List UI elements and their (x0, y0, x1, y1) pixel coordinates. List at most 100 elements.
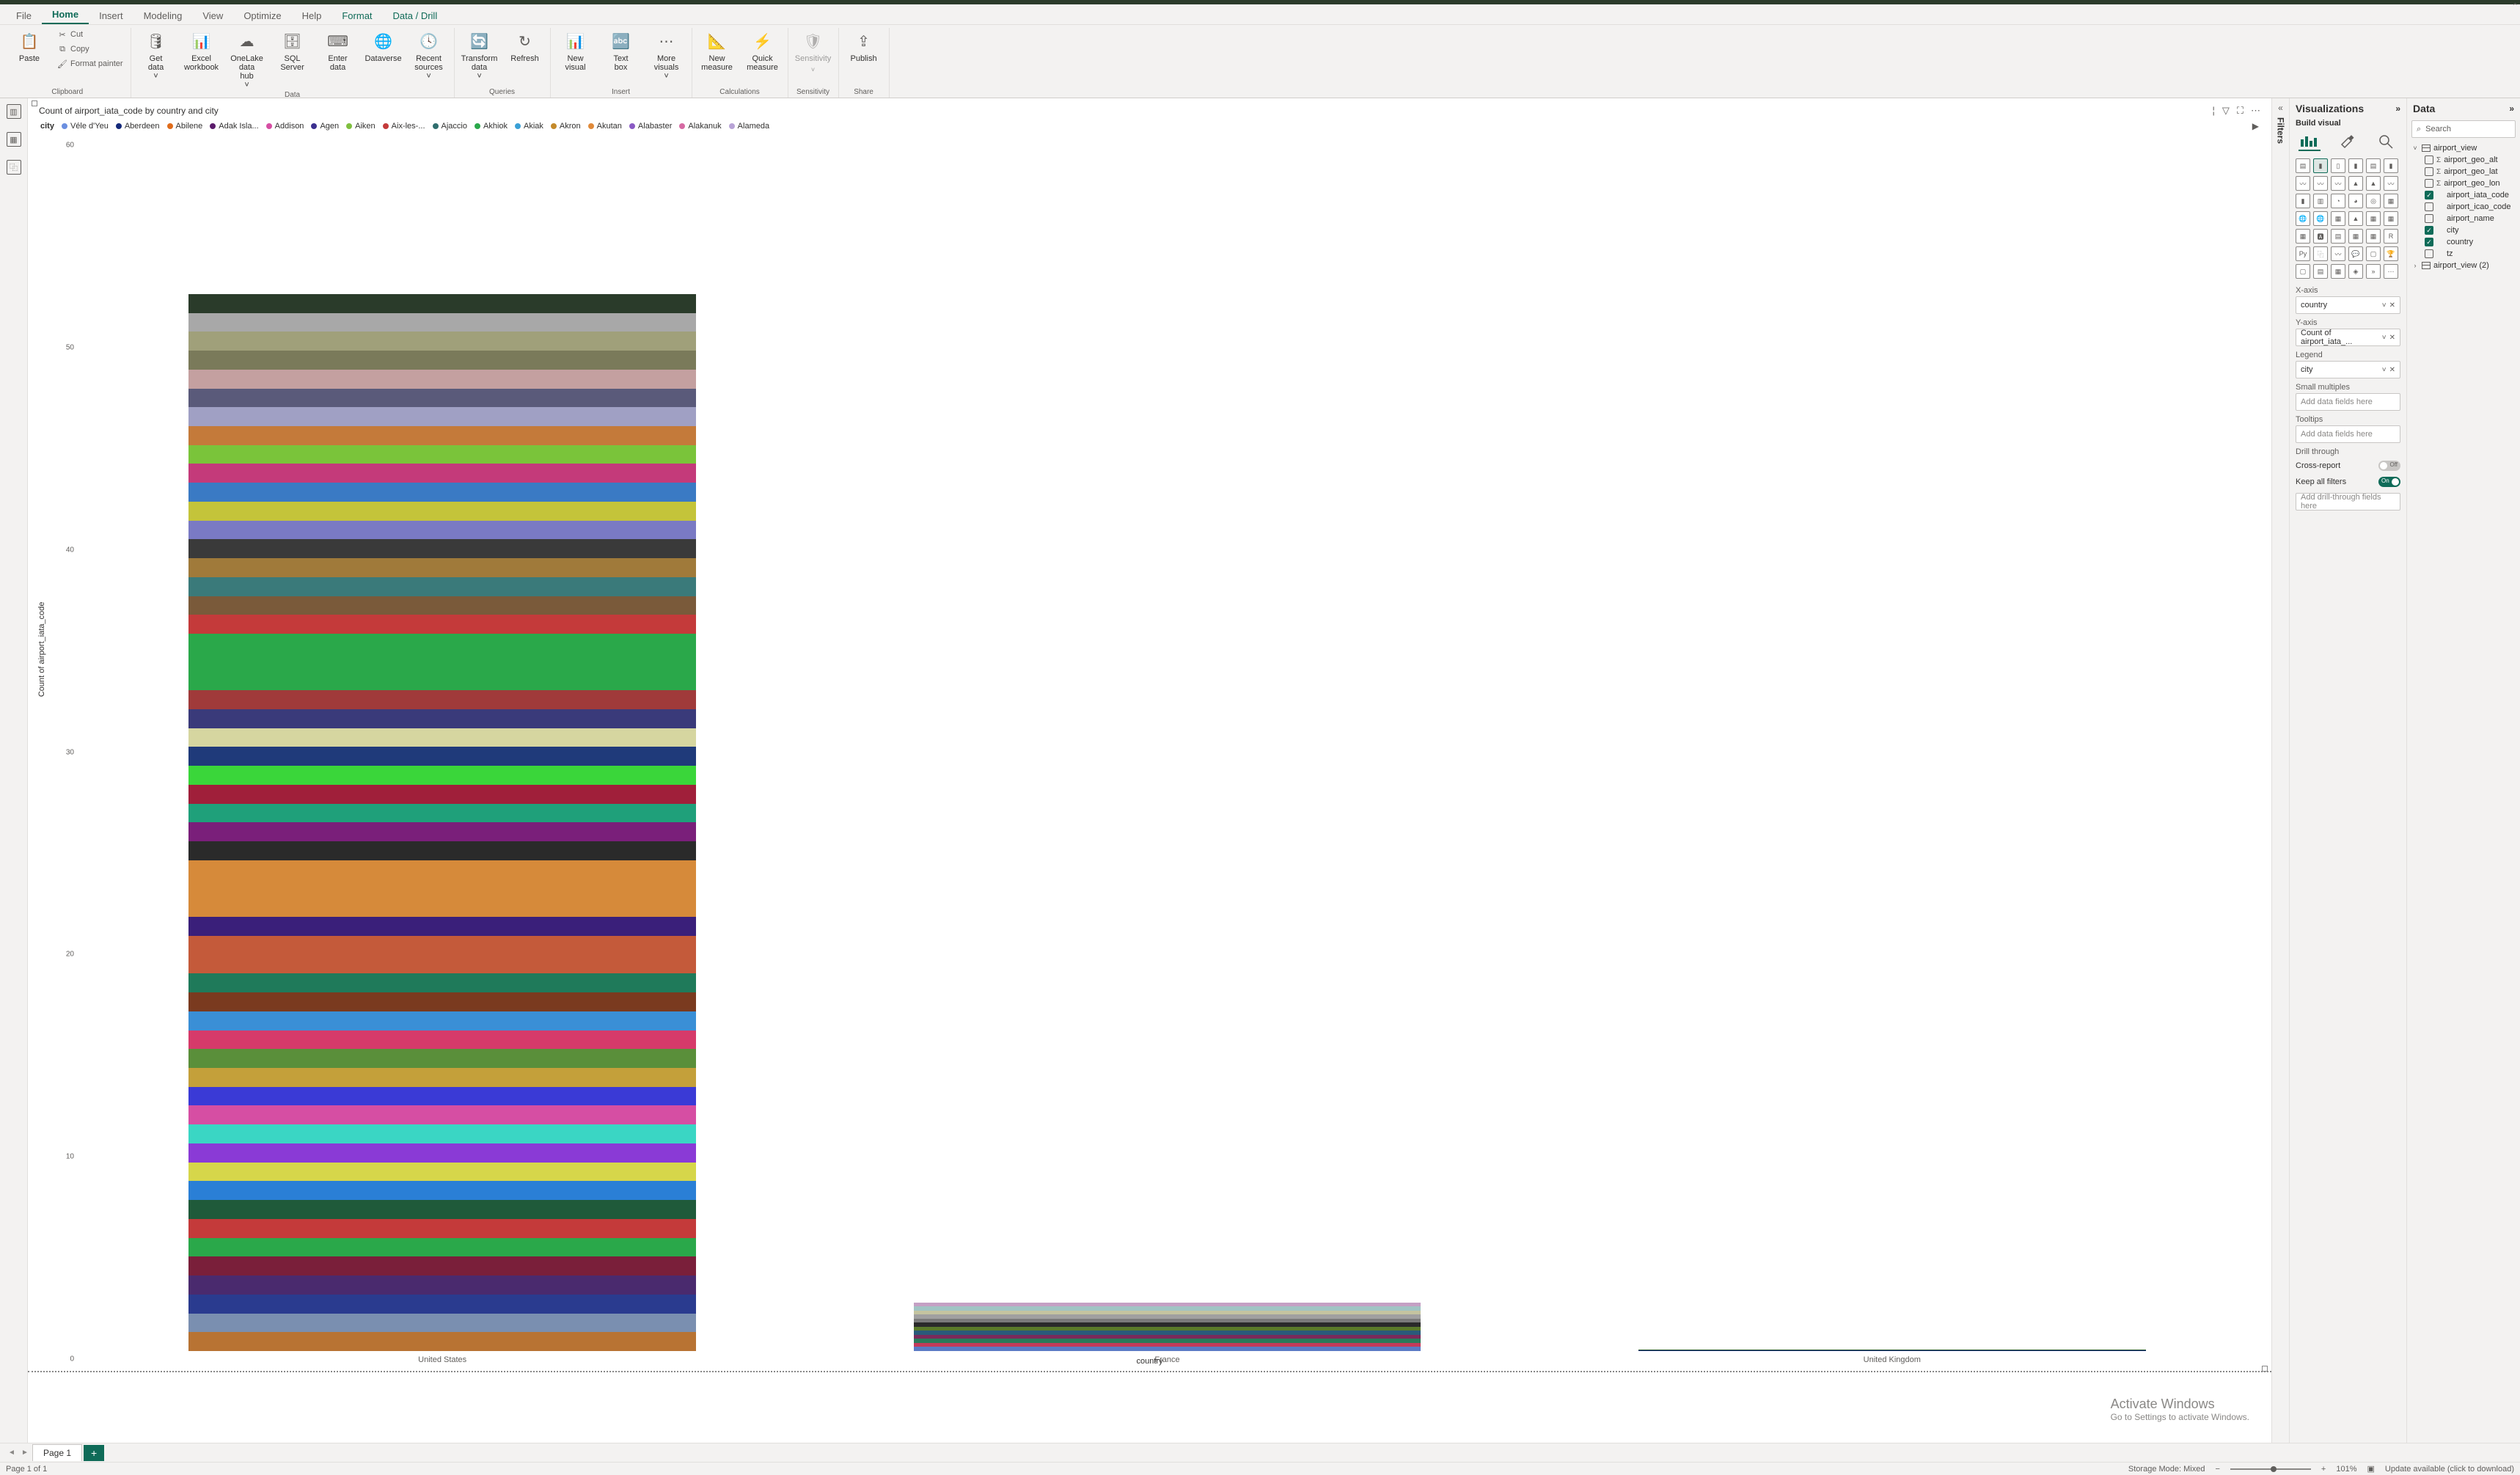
viz-type-33[interactable]: 💬 (2348, 246, 2363, 261)
report-canvas[interactable]: Count of airport_iata_code by country an… (28, 98, 2271, 1443)
menu-tab-help[interactable]: Help (292, 6, 332, 24)
zoom-out-button[interactable]: − (2215, 1465, 2219, 1474)
viz-type-17[interactable]: ▦ (2384, 194, 2398, 208)
field-airport_geo_lon[interactable]: Σairport_geo_lon (2411, 177, 2516, 189)
bar-segment[interactable] (188, 917, 696, 936)
bar-segment[interactable] (188, 1256, 696, 1275)
viz-type-38[interactable]: ▦ (2331, 264, 2345, 279)
field-city[interactable]: ✓city (2411, 224, 2516, 236)
add-page-button[interactable]: + (84, 1445, 104, 1461)
viz-type-13[interactable]: ▥ (2313, 194, 2328, 208)
bar-segment[interactable] (188, 577, 696, 596)
bar-segment[interactable] (188, 1031, 696, 1050)
viz-type-34[interactable]: ▢ (2366, 246, 2381, 261)
bar-segment[interactable] (188, 1181, 696, 1200)
bar-segment[interactable] (188, 804, 696, 823)
viz-type-41[interactable]: ⋯ (2384, 264, 2398, 279)
viz-type-11[interactable]: 〰 (2384, 176, 2398, 191)
query-button-0[interactable]: 🔄Transformdata˅ (459, 28, 500, 81)
field-airport_geo_lat[interactable]: Σairport_geo_lat (2411, 166, 2516, 177)
bar-segment[interactable] (188, 822, 696, 841)
legend-item[interactable]: Aix-les-... (383, 122, 425, 131)
table-airportview[interactable]: ˅airport_view (2411, 142, 2516, 154)
legend-item[interactable]: Alameda (729, 122, 769, 131)
bar-segment[interactable] (188, 936, 696, 973)
data-source-button-1[interactable]: 📊Excelworkbook (181, 28, 222, 72)
viz-type-21[interactable]: ▲ (2348, 211, 2363, 226)
well-menu-icon[interactable]: ˅ (2382, 301, 2387, 310)
visual-more-icon[interactable]: ⋯ (2251, 105, 2260, 117)
viz-type-30[interactable]: Py (2296, 246, 2310, 261)
bar-segment[interactable] (188, 747, 696, 766)
filters-expand-icon[interactable]: « (2278, 103, 2283, 113)
resize-handle-nw[interactable] (32, 100, 37, 106)
menu-tab-insert[interactable]: Insert (89, 6, 133, 24)
data-source-button-2[interactable]: ☁OneLakedatahub˅ (227, 28, 268, 89)
visualizations-pane-collapse-icon[interactable]: » (2395, 103, 2400, 114)
zoom-fit-button[interactable]: ▣ (2367, 1464, 2374, 1474)
calc-button-0[interactable]: 📐Newmeasure (697, 28, 738, 72)
bar-segment[interactable] (188, 521, 696, 540)
bar-segment[interactable] (188, 502, 696, 521)
fields-search-input[interactable]: ⌕ Search (2411, 120, 2516, 138)
field-checkbox[interactable]: ✓ (2425, 191, 2433, 200)
legend-item[interactable]: Akhiok (475, 122, 508, 131)
field-checkbox[interactable] (2425, 179, 2433, 188)
bar-unitedkingdom[interactable] (1638, 1311, 2146, 1351)
bar-segment[interactable] (188, 766, 696, 785)
stacked-column-chart-visual[interactable]: Count of airport_iata_code by country an… (34, 103, 2266, 1369)
field-tz[interactable]: tz (2411, 248, 2516, 260)
legend-item[interactable]: Véle d'Yeu (62, 122, 109, 131)
viz-type-32[interactable]: 〰 (2331, 246, 2345, 261)
menu-tab-file[interactable]: File (6, 6, 42, 24)
well-menu-icon[interactable]: ˅ (2382, 334, 2387, 342)
data-source-button-3[interactable]: 🗄SQLServer (272, 28, 313, 72)
viz-type-4[interactable]: ▤ (2366, 158, 2381, 173)
viz-type-6[interactable]: 〰 (2296, 176, 2310, 191)
publish-button[interactable]: ⇪Publish (843, 28, 884, 63)
keep-filters-toggle[interactable]: On (2378, 477, 2400, 487)
legend-item[interactable]: Addison (266, 122, 304, 131)
bar-segment[interactable] (188, 596, 696, 615)
field-airport_name[interactable]: airport_name (2411, 213, 2516, 224)
update-available-label[interactable]: Update available (click to download) (2385, 1465, 2514, 1474)
data-source-button-5[interactable]: 🌐Dataverse (363, 28, 404, 63)
format-painter-button[interactable]: 🖌Format painter (54, 57, 126, 70)
legend-item[interactable]: Ajaccio (433, 122, 467, 131)
bar-segment[interactable] (188, 785, 696, 804)
bar-segment[interactable] (188, 464, 696, 483)
insert-button-2[interactable]: ⋯Morevisuals˅ (646, 28, 687, 81)
menu-tab-format[interactable]: Format (332, 6, 382, 24)
analytics-tab[interactable] (2376, 132, 2398, 151)
field-checkbox[interactable] (2425, 214, 2433, 223)
viz-type-5[interactable]: ▮ (2384, 158, 2398, 173)
viz-type-24[interactable]: ▦ (2296, 229, 2310, 244)
legend-item[interactable]: Agen (311, 122, 339, 131)
viz-type-39[interactable]: ◈ (2348, 264, 2363, 279)
viz-type-10[interactable]: ▲ (2366, 176, 2381, 191)
ribbon-collapse-icon[interactable]: ⌃ (2512, 1, 2519, 11)
bar-segment[interactable] (188, 1314, 696, 1333)
viz-type-36[interactable]: ▢ (2296, 264, 2310, 279)
bar-segment[interactable] (188, 1049, 696, 1068)
bar-segment[interactable] (188, 973, 696, 992)
x-axis-well[interactable]: country˅✕ (2296, 296, 2400, 314)
bar-segment[interactable] (914, 1347, 1421, 1351)
tooltips-well[interactable]: Add data fields here (2296, 425, 2400, 443)
bar-france[interactable] (914, 1108, 1421, 1351)
legend-item[interactable]: Aiken (346, 122, 376, 131)
paste-button[interactable]: 📋Paste (9, 28, 50, 63)
bar-segment[interactable] (188, 313, 696, 332)
viz-type-15[interactable]: ◕ (2348, 194, 2363, 208)
report-view-button[interactable]: ▥ (7, 104, 21, 119)
bar-segment[interactable] (188, 1068, 696, 1087)
query-button-1[interactable]: ↻Refresh (505, 28, 546, 63)
field-checkbox[interactable] (2425, 155, 2433, 164)
bar-segment[interactable] (188, 1163, 696, 1182)
legend-scroll-right-icon[interactable]: ▶ (2252, 121, 2259, 131)
y-axis-well[interactable]: Count of airport_iata_...˅✕ (2296, 329, 2400, 346)
menu-tab-home[interactable]: Home (42, 4, 89, 24)
legend-item[interactable]: Alakanuk (679, 122, 721, 131)
bar-segment[interactable] (188, 728, 696, 747)
well-menu-icon[interactable]: ˅ (2382, 366, 2387, 374)
